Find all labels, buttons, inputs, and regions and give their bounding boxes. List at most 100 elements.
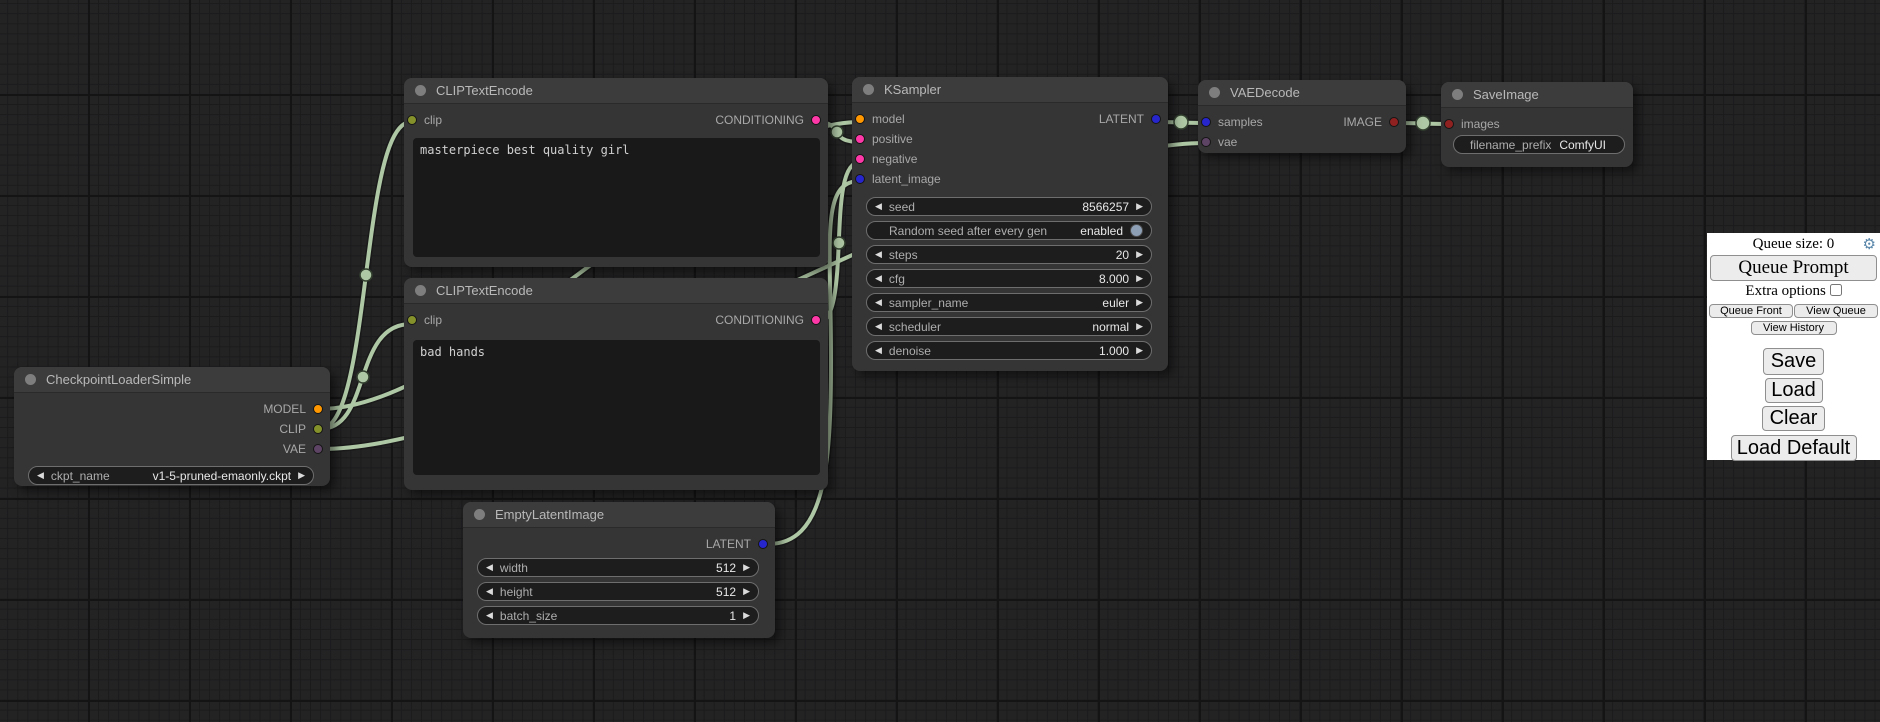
arrow-right-icon[interactable]: ▶ [298,471,305,480]
collapse-dot-icon[interactable] [1452,89,1463,100]
link-dot[interactable] [1416,116,1430,130]
output-slot-latent: LATENT [1099,109,1168,129]
link-dot[interactable] [833,237,845,249]
widget-value: 512 [716,561,736,575]
slot-label: samples [1218,115,1263,129]
arrow-left-icon[interactable]: ◀ [486,587,493,596]
arrow-left-icon[interactable]: ◀ [486,611,493,620]
clip-input-dot[interactable] [407,315,417,325]
collapse-dot-icon[interactable] [1209,87,1220,98]
slot-label: positive [872,132,913,146]
samples-input-dot[interactable] [1201,117,1211,127]
arrow-left-icon[interactable]: ◀ [875,250,882,259]
slot-label: model [872,112,905,126]
arrow-right-icon[interactable]: ▶ [743,563,750,572]
positive-input-dot[interactable] [855,134,865,144]
random-seed-toggle-widget[interactable]: Random seed after every gen enabled [866,221,1152,240]
clip-output-dot[interactable] [313,424,323,434]
arrow-right-icon[interactable]: ▶ [1136,202,1143,211]
arrow-left-icon[interactable]: ◀ [875,346,882,355]
arrow-left-icon[interactable]: ◀ [875,322,882,331]
seed-widget[interactable]: ◀ seed 8566257 ▶ [866,197,1152,216]
extra-options-checkbox[interactable] [1830,284,1842,296]
conditioning-output-dot[interactable] [811,115,821,125]
collapse-dot-icon[interactable] [25,374,36,385]
collapse-dot-icon[interactable] [415,85,426,96]
link-dot[interactable] [360,269,372,281]
node-title-bar[interactable]: VAEDecode [1198,80,1406,106]
view-history-button[interactable]: View History [1751,321,1837,335]
images-input-dot[interactable] [1444,119,1454,129]
width-widget[interactable]: ◀ width 512 ▶ [477,558,759,577]
model-output-dot[interactable] [313,404,323,414]
node-title-bar[interactable]: CLIPTextEncode [404,78,828,104]
arrow-right-icon[interactable]: ▶ [1136,322,1143,331]
node-empty-latent-image[interactable]: EmptyLatentImage LATENT ◀ width 512 ▶ ◀ … [463,502,775,638]
node-checkpoint-loader[interactable]: CheckpointLoaderSimple MODEL CLIP VAE ◀ … [14,367,330,486]
node-vae-decode[interactable]: VAEDecode samples vae IMAGE [1198,80,1406,153]
arrow-right-icon[interactable]: ▶ [1136,346,1143,355]
cfg-widget[interactable]: ◀ cfg 8.000 ▶ [866,269,1152,288]
arrow-left-icon[interactable]: ◀ [875,274,882,283]
queue-prompt-button[interactable]: Queue Prompt [1710,255,1877,281]
steps-widget[interactable]: ◀ steps 20 ▶ [866,245,1152,264]
ckpt-name-widget[interactable]: ◀ ckpt_name v1-5-pruned-emaonly.ckpt ▶ [28,466,314,485]
batch-size-widget[interactable]: ◀ batch_size 1 ▶ [477,606,759,625]
model-input-dot[interactable] [855,114,865,124]
load-button[interactable]: Load [1765,378,1823,403]
clip-input-dot[interactable] [407,115,417,125]
slot-label: VAE [283,442,306,456]
node-clip-text-encode-negative[interactable]: CLIPTextEncode clip CONDITIONING bad han… [404,278,828,490]
latent-output-dot[interactable] [758,539,768,549]
prompt-textarea[interactable]: bad hands [413,340,820,475]
prompt-textarea[interactable]: masterpiece best quality girl [413,138,820,257]
negative-input-dot[interactable] [855,154,865,164]
vae-input-dot[interactable] [1201,137,1211,147]
scheduler-widget[interactable]: ◀ scheduler normal ▶ [866,317,1152,336]
arrow-right-icon[interactable]: ▶ [743,611,750,620]
gear-icon[interactable]: ⚙ [1863,235,1876,253]
arrow-right-icon[interactable]: ▶ [743,587,750,596]
input-slot-model: model [852,109,941,129]
link-dot[interactable] [831,126,843,138]
widget-label: seed [889,200,915,214]
node-title-bar[interactable]: CLIPTextEncode [404,278,828,304]
denoise-widget[interactable]: ◀ denoise 1.000 ▶ [866,341,1152,360]
node-title-bar[interactable]: CheckpointLoaderSimple [14,367,330,393]
arrow-right-icon[interactable]: ▶ [1136,274,1143,283]
output-slot-latent: LATENT [706,534,775,554]
node-title-bar[interactable]: EmptyLatentImage [463,502,775,528]
conditioning-output-dot[interactable] [811,315,821,325]
clear-button[interactable]: Clear [1762,406,1825,431]
node-title-bar[interactable]: SaveImage [1441,82,1633,108]
collapse-dot-icon[interactable] [474,509,485,520]
arrow-left-icon[interactable]: ◀ [875,202,882,211]
input-slot-latent-image: latent_image [852,169,941,189]
link-dot[interactable] [357,371,369,383]
latent-input-dot[interactable] [855,174,865,184]
latent-output-dot[interactable] [1151,114,1161,124]
toggle-enabled-icon[interactable] [1130,224,1143,237]
node-title-bar[interactable]: KSampler [852,77,1168,103]
arrow-left-icon[interactable]: ◀ [37,471,44,480]
node-clip-text-encode-positive[interactable]: CLIPTextEncode clip CONDITIONING masterp… [404,78,828,267]
collapse-dot-icon[interactable] [415,285,426,296]
arrow-right-icon[interactable]: ▶ [1136,298,1143,307]
arrow-left-icon[interactable]: ◀ [875,298,882,307]
vae-output-dot[interactable] [313,444,323,454]
arrow-left-icon[interactable]: ◀ [486,563,493,572]
filename-prefix-widget[interactable]: filename_prefix ComfyUI [1453,135,1625,154]
image-output-dot[interactable] [1389,117,1399,127]
height-widget[interactable]: ◀ height 512 ▶ [477,582,759,601]
view-queue-button[interactable]: View Queue [1794,304,1878,318]
load-default-button[interactable]: Load Default [1731,435,1857,461]
arrow-right-icon[interactable]: ▶ [1136,250,1143,259]
node-save-image[interactable]: SaveImage images filename_prefix ComfyUI [1441,82,1633,167]
collapse-dot-icon[interactable] [863,84,874,95]
comfyui-canvas[interactable]: { "canvas": { "background": "#232324", "… [0,0,1880,722]
link-dot[interactable] [1174,115,1188,129]
sampler-name-widget[interactable]: ◀ sampler_name euler ▶ [866,293,1152,312]
node-ksampler[interactable]: KSampler model positive negative latent_… [852,77,1168,371]
save-button[interactable]: Save [1763,348,1824,375]
queue-front-button[interactable]: Queue Front [1709,304,1793,318]
